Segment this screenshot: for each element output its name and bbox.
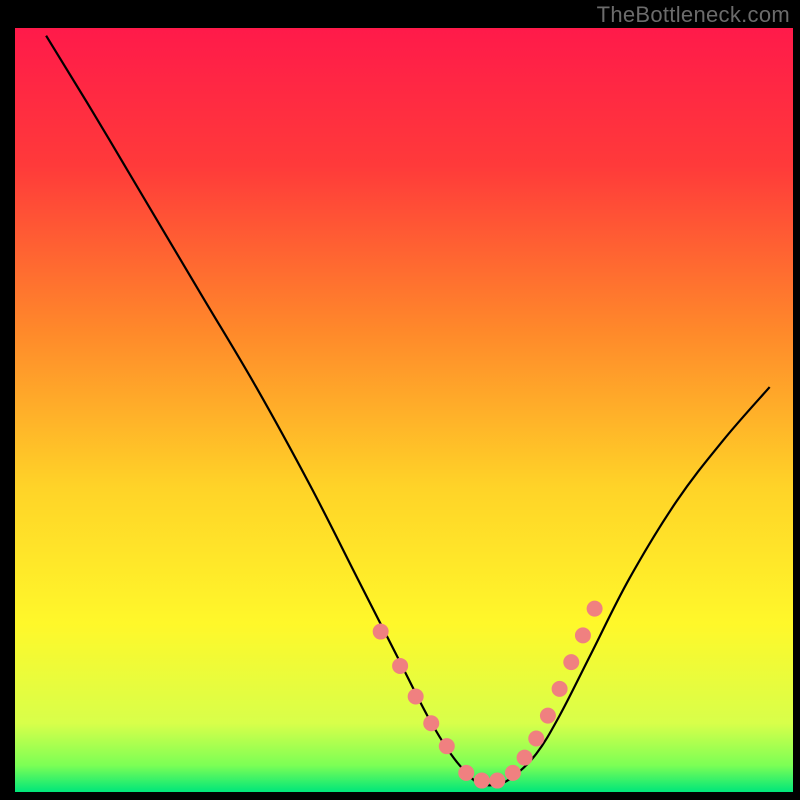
marker-dot (439, 738, 455, 754)
marker-dot (587, 601, 603, 617)
bottleneck-chart (0, 0, 800, 800)
marker-dot (474, 773, 490, 789)
marker-dot (423, 715, 439, 731)
watermark-text: TheBottleneck.com (597, 2, 790, 28)
marker-dot (563, 654, 579, 670)
marker-dot (458, 765, 474, 781)
marker-dot (408, 689, 424, 705)
chart-frame: TheBottleneck.com (0, 0, 800, 800)
marker-dot (540, 708, 556, 724)
marker-dot (373, 624, 389, 640)
marker-dot (552, 681, 568, 697)
plot-background (15, 28, 793, 792)
marker-dot (505, 765, 521, 781)
marker-dot (528, 731, 544, 747)
marker-dot (489, 773, 505, 789)
marker-dot (517, 750, 533, 766)
marker-dot (575, 627, 591, 643)
marker-dot (392, 658, 408, 674)
